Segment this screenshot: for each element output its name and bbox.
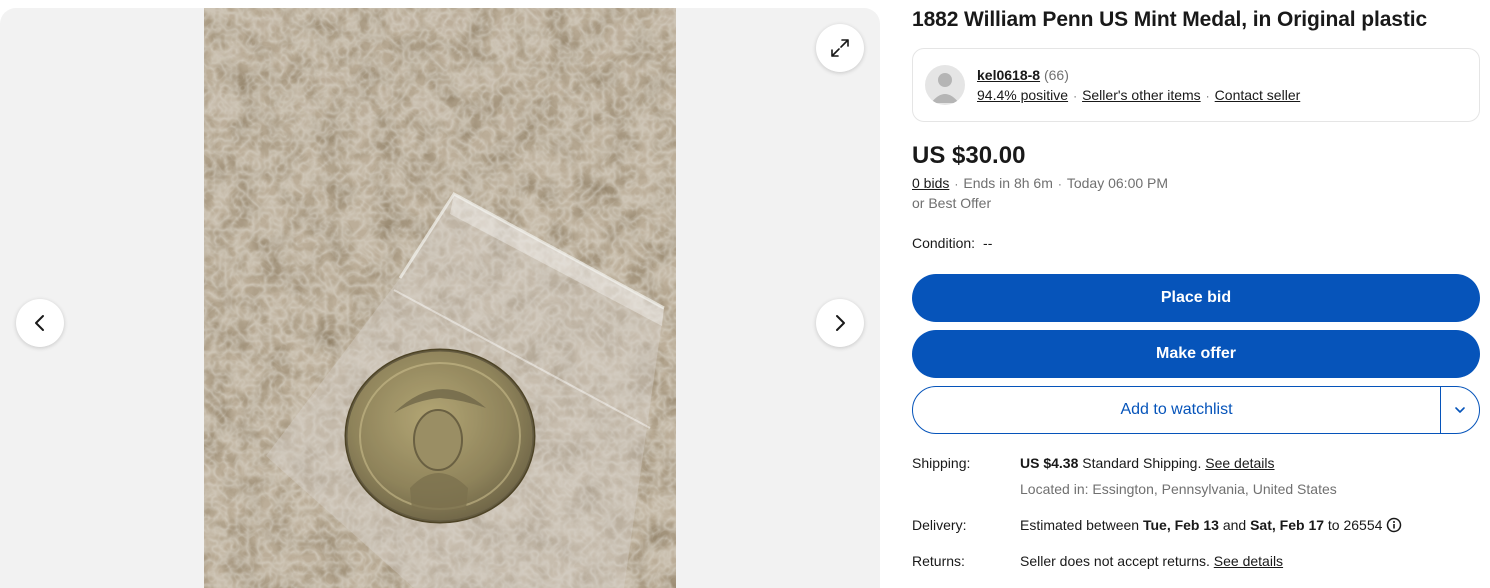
delivery-end-date: Sat, Feb 17 <box>1250 517 1325 533</box>
chevron-left-icon <box>35 315 44 331</box>
item-title: 1882 William Penn US Mint Medal, in Orig… <box>912 8 1428 31</box>
info-icon[interactable] <box>1386 517 1402 536</box>
shipping-price: US $4.38 <box>1020 455 1079 471</box>
bids-count-link[interactable]: 0 bids <box>912 175 949 191</box>
seller-avatar[interactable] <box>925 65 965 105</box>
user-avatar-icon <box>931 73 959 103</box>
delivery-and: and <box>1222 517 1247 533</box>
separator-dot: · <box>1073 89 1078 103</box>
image-gallery <box>0 8 880 588</box>
seller-positive-link[interactable]: 94.4% positive <box>977 87 1068 103</box>
chevron-right-icon <box>836 315 845 331</box>
best-offer-text: or Best Offer <box>912 195 992 211</box>
expand-image-button[interactable] <box>816 24 864 72</box>
condition-row: Condition: -- <box>912 235 992 251</box>
next-image-button[interactable] <box>816 299 864 347</box>
add-to-watchlist-button[interactable]: Add to watchlist <box>913 387 1440 433</box>
product-photo[interactable] <box>204 8 676 588</box>
shipping-label: Shipping: <box>912 455 971 471</box>
shipping-method: Standard Shipping. <box>1082 455 1202 471</box>
seller-links-row: 94.4% positive · Seller's other items · Cont… <box>977 87 1300 103</box>
seller-name-link[interactable]: kel0618-8 <box>977 67 1040 83</box>
separator-dot: · <box>1205 89 1210 103</box>
delivery-prefix: Estimated between <box>1020 517 1140 533</box>
place-bid-button[interactable]: Place bid <box>912 274 1480 322</box>
auction-end-time: Today 06:00 PM <box>1066 175 1169 191</box>
make-offer-button[interactable]: Make offer <box>912 330 1480 378</box>
seller-other-items-link[interactable]: Seller's other items <box>1082 87 1201 103</box>
delivery-zip: to 26554 <box>1327 517 1383 533</box>
condition-label: Condition: <box>912 235 976 251</box>
shipping-value: US $4.38 Standard Shipping. See details <box>1020 455 1275 471</box>
contact-seller-link[interactable]: Contact seller <box>1215 87 1301 103</box>
delivery-value: Estimated between Tue, Feb 13 and Sat, F… <box>1020 517 1402 536</box>
seller-feedback-count: (66) <box>1043 67 1069 83</box>
seller-card: kel0618-8 (66) 94.4% positive · Seller's o… <box>912 48 1480 122</box>
delivery-start-date: Tue, Feb 13 <box>1142 517 1219 533</box>
condition-value: -- <box>983 235 993 251</box>
item-price: US $30.00 <box>912 142 1026 169</box>
shipping-see-details-link[interactable]: See details <box>1205 455 1274 471</box>
item-location: Located in: Essington, Pennsylvania, Uni… <box>1020 481 1337 497</box>
previous-image-button[interactable] <box>16 299 64 347</box>
seller-name-row: kel0618-8 (66) <box>977 67 1069 83</box>
delivery-label: Delivery: <box>912 517 967 533</box>
returns-value: Seller does not accept returns. See deta… <box>1020 553 1283 569</box>
auction-ends-text: Ends in 8h 6m <box>963 175 1053 191</box>
returns-see-details-link[interactable]: See details <box>1214 553 1283 569</box>
coin-photo-image <box>204 8 676 588</box>
separator-dot: · <box>954 177 959 191</box>
separator-dot: · <box>1057 177 1062 191</box>
returns-text: Seller does not accept returns. <box>1020 553 1210 569</box>
chevron-down-icon <box>1455 407 1465 413</box>
watchlist-dropdown-button[interactable] <box>1441 387 1479 433</box>
returns-label: Returns: <box>912 553 965 569</box>
watchlist-button-group: Add to watchlist <box>912 386 1480 434</box>
expand-icon <box>831 39 849 57</box>
bids-row: 0 bids · Ends in 8h 6m · Today 06:00 PM <box>912 175 1168 191</box>
